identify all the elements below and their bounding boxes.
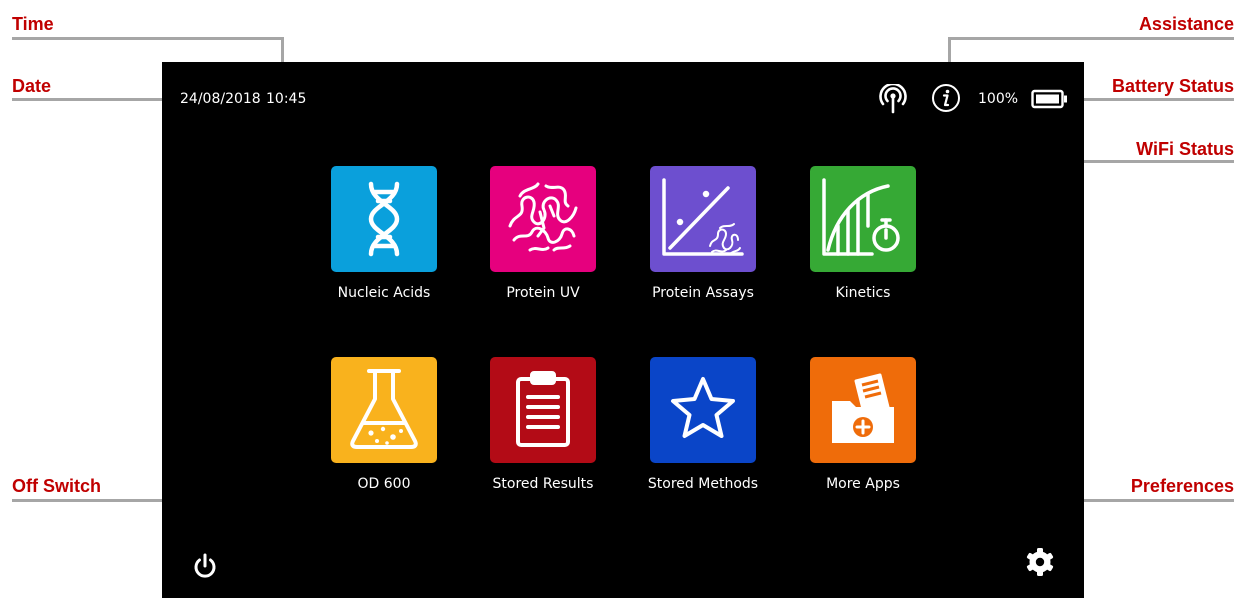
- leader-line-battery: [1070, 98, 1234, 101]
- app-label: Kinetics: [835, 285, 891, 301]
- app-label: Nucleic Acids: [337, 285, 431, 301]
- status-time: 10:45: [266, 91, 307, 107]
- app-tile[interactable]: [490, 357, 596, 463]
- dna-icon: [368, 181, 400, 257]
- protein-icon: [508, 182, 578, 252]
- callout-date: Date: [12, 76, 52, 96]
- app-tile[interactable]: [331, 166, 437, 272]
- gear-icon[interactable]: [1024, 546, 1056, 578]
- callout-assistance: Assistance: [1138, 14, 1234, 34]
- kinetics-icon: [822, 178, 900, 256]
- app-tile[interactable]: [810, 166, 916, 272]
- power-icon[interactable]: [192, 552, 218, 580]
- callout-wifi-status: WiFi Status: [1136, 139, 1234, 159]
- clipboard-icon: [516, 371, 570, 447]
- leader-line-date: [12, 98, 179, 101]
- callout-off-switch: Off Switch: [12, 476, 101, 496]
- app-label: Protein UV: [506, 285, 580, 301]
- app-tile[interactable]: [810, 357, 916, 463]
- protein-assay-icon: [662, 178, 744, 256]
- app-label: More Apps: [826, 476, 900, 492]
- leader-line-assistance: [948, 37, 1234, 40]
- folder-add-icon: [832, 373, 894, 443]
- callout-preferences: Preferences: [1130, 476, 1234, 496]
- wifi-icon[interactable]: [879, 82, 907, 114]
- leader-line-time: [12, 37, 284, 40]
- device-screen: 24/08/2018 10:45 100% Nucleic Acids Prot…: [162, 62, 1084, 598]
- info-icon[interactable]: [931, 83, 961, 113]
- flask-icon: [350, 369, 418, 449]
- app-tile[interactable]: [490, 166, 596, 272]
- app-tile[interactable]: [650, 357, 756, 463]
- battery-icon: [1031, 89, 1069, 109]
- app-tile[interactable]: [331, 357, 437, 463]
- app-label: Stored Methods: [647, 476, 759, 492]
- star-icon: [671, 377, 735, 438]
- app-tile[interactable]: [650, 166, 756, 272]
- battery-percent: 100%: [978, 91, 1019, 107]
- app-label: OD 600: [357, 476, 411, 492]
- callout-battery-status: Battery Status: [1111, 76, 1234, 96]
- status-date: 24/08/2018: [180, 91, 261, 107]
- callout-time: Time: [12, 14, 54, 34]
- app-label: Protein Assays: [652, 285, 754, 301]
- app-label: Stored Results: [492, 476, 594, 492]
